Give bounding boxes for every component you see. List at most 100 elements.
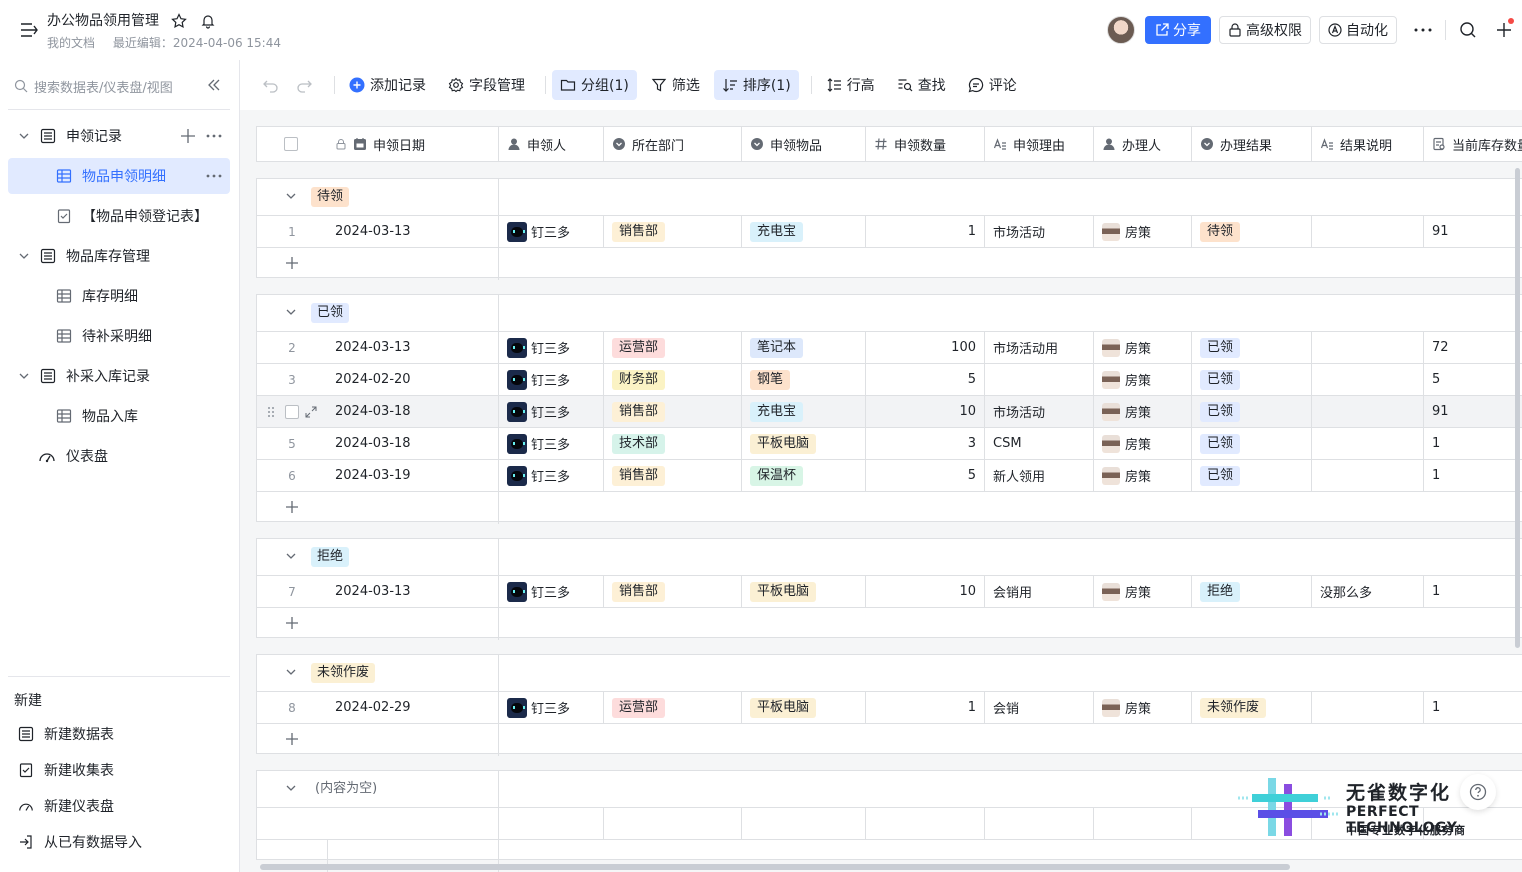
cell-result[interactable]: 拒绝 [1191,576,1311,607]
sort-button[interactable]: 排序(1) [713,70,799,100]
add-row-button[interactable] [257,491,1522,524]
cell-handler[interactable]: 房策 [1093,428,1191,459]
undo-button[interactable] [258,70,289,100]
import-data-button[interactable]: 从已有数据导入 [18,830,142,854]
cell-dept[interactable]: 技术部 [603,428,741,459]
comment-button[interactable]: 评论 [960,70,1025,100]
cell-date[interactable]: 2024-03-13 [327,576,498,607]
cell-handler[interactable]: 房策 [1093,364,1191,395]
column-header-dept[interactable]: 所在部门 [603,127,741,161]
cell-result[interactable]: 已领 [1191,428,1311,459]
cell-qty[interactable]: 1 [865,216,984,247]
add-icon[interactable] [180,128,196,144]
add-row-button[interactable] [257,607,1522,640]
chevron-down-icon[interactable] [285,782,297,794]
cell-date[interactable]: 2024-03-18 [327,428,498,459]
sidebar-item-apply-detail[interactable]: 物品申领明细 [8,158,230,194]
column-header-reason[interactable]: 申领理由 [984,127,1093,161]
cell-qty[interactable]: 3 [865,428,984,459]
table-row[interactable]: 5 2024-03-18 钉三多 技术部 平板电脑 3 CSM 房策 已领 1 [257,427,1522,459]
cell-handler[interactable]: 房策 [1093,216,1191,247]
cell-reason[interactable]: 会销 [984,692,1093,723]
cell-reason[interactable]: 市场活动 [984,396,1093,427]
new-dashboard-button[interactable]: 新建仪表盘 [18,794,114,818]
cell-date[interactable]: 2024-03-13 [327,332,498,363]
find-button[interactable]: 查找 [889,70,954,100]
cell-applicant[interactable]: 钉三多 [498,692,603,723]
cell-applicant[interactable]: 钉三多 [498,428,603,459]
cell-item[interactable]: 平板电脑 [741,428,865,459]
cell-applicant[interactable]: 钉三多 [498,364,603,395]
field-manage-button[interactable]: 字段管理 [440,70,533,100]
cell-dept[interactable]: 销售部 [603,460,741,491]
sidebar-item-restock-records[interactable]: 补采入库记录 [8,358,230,394]
cell-reason[interactable]: 新人领用 [984,460,1093,491]
cell-applicant[interactable]: 钉三多 [498,396,603,427]
add-row-button[interactable] [257,723,1522,756]
table-row[interactable]: 3 2024-02-20 钉三多 财务部 钢笔 5 房策 已领 5 [257,363,1522,395]
sidebar-item-apply-form[interactable]: 【物品申领登记表】 [8,198,230,234]
new-table-button[interactable]: 新建数据表 [18,722,114,746]
cell-date[interactable]: 2024-02-20 [327,364,498,395]
column-header-stock[interactable]: 当前库存数量 [1423,127,1522,161]
cell-item[interactable]: 充电宝 [741,396,865,427]
add-record-button[interactable]: 添加记录 [341,70,434,100]
cell-date[interactable]: 2024-03-18 [327,396,498,427]
menu-icon[interactable] [20,22,38,38]
cell-reason[interactable] [984,364,1093,395]
search-button[interactable] [1450,14,1486,46]
horizontal-scrollbar[interactable] [260,864,1290,870]
redo-button[interactable] [291,70,322,100]
select-all-checkbox[interactable] [284,137,298,151]
chevron-down-icon[interactable] [18,250,30,262]
add-row-button[interactable] [257,247,1522,280]
cell-result[interactable]: 已领 [1191,460,1311,491]
cell-item[interactable]: 钢笔 [741,364,865,395]
cell-dept[interactable]: 运营部 [603,692,741,723]
star-icon[interactable] [171,13,188,29]
group-header[interactable]: 已领 [257,295,1522,331]
cell-stock[interactable]: 1 [1423,428,1522,459]
group-header[interactable]: 拒绝 [257,539,1522,575]
sidebar-item-stock-detail[interactable]: 库存明细 [8,278,230,314]
cell-stock[interactable]: 1 [1423,460,1522,491]
cell-applicant[interactable]: 钉三多 [498,576,603,607]
cell-item[interactable]: 平板电脑 [741,576,865,607]
chevron-down-icon[interactable] [285,190,297,202]
cell-date[interactable]: 2024-03-13 [327,216,498,247]
permission-button[interactable]: 高级权限 [1219,16,1311,44]
column-header-qty[interactable]: 申领数量 [865,127,984,161]
cell-stock[interactable]: 91 [1423,216,1522,247]
cell-stock[interactable]: 1 [1423,576,1522,607]
column-header-item[interactable]: 申领物品 [741,127,865,161]
chevron-down-icon[interactable] [285,306,297,318]
cell-qty[interactable]: 10 [865,396,984,427]
row-checkbox[interactable] [285,404,299,419]
new-form-button[interactable]: 新建收集表 [18,758,114,782]
column-header-applicant[interactable]: 申领人 [498,127,603,161]
table-row[interactable]: 2024-03-18 钉三多 销售部 充电宝 10 市场活动 房策 已领 91 [257,395,1522,427]
cell-result[interactable]: 已领 [1191,396,1311,427]
cell-result[interactable]: 已领 [1191,364,1311,395]
cell-qty[interactable]: 5 [865,460,984,491]
cell-applicant[interactable]: 钉三多 [498,216,603,247]
cell-qty[interactable]: 1 [865,692,984,723]
cell-reason[interactable]: 市场活动 [984,216,1093,247]
cell-dept[interactable]: 销售部 [603,576,741,607]
cell-item[interactable]: 平板电脑 [741,692,865,723]
column-header-result[interactable]: 办理结果 [1191,127,1311,161]
column-header-handler[interactable]: 办理人 [1093,127,1191,161]
cell-stock[interactable]: 5 [1423,364,1522,395]
cell-qty[interactable]: 100 [865,332,984,363]
cell-note[interactable] [1311,396,1423,427]
chevron-down-icon[interactable] [18,130,30,142]
cell-date[interactable]: 2024-03-19 [327,460,498,491]
cell-stock[interactable]: 72 [1423,332,1522,363]
column-header-note[interactable]: 结果说明 [1311,127,1423,161]
doc-title[interactable]: 办公物品领用管理 [47,13,159,29]
cell-note[interactable] [1311,460,1423,491]
table-row[interactable]: 6 2024-03-19 钉三多 销售部 保温杯 5 新人领用 房策 已领 1 [257,459,1522,491]
cell-note[interactable] [1311,216,1423,247]
cell-applicant[interactable]: 钉三多 [498,332,603,363]
cell-applicant[interactable]: 钉三多 [498,460,603,491]
